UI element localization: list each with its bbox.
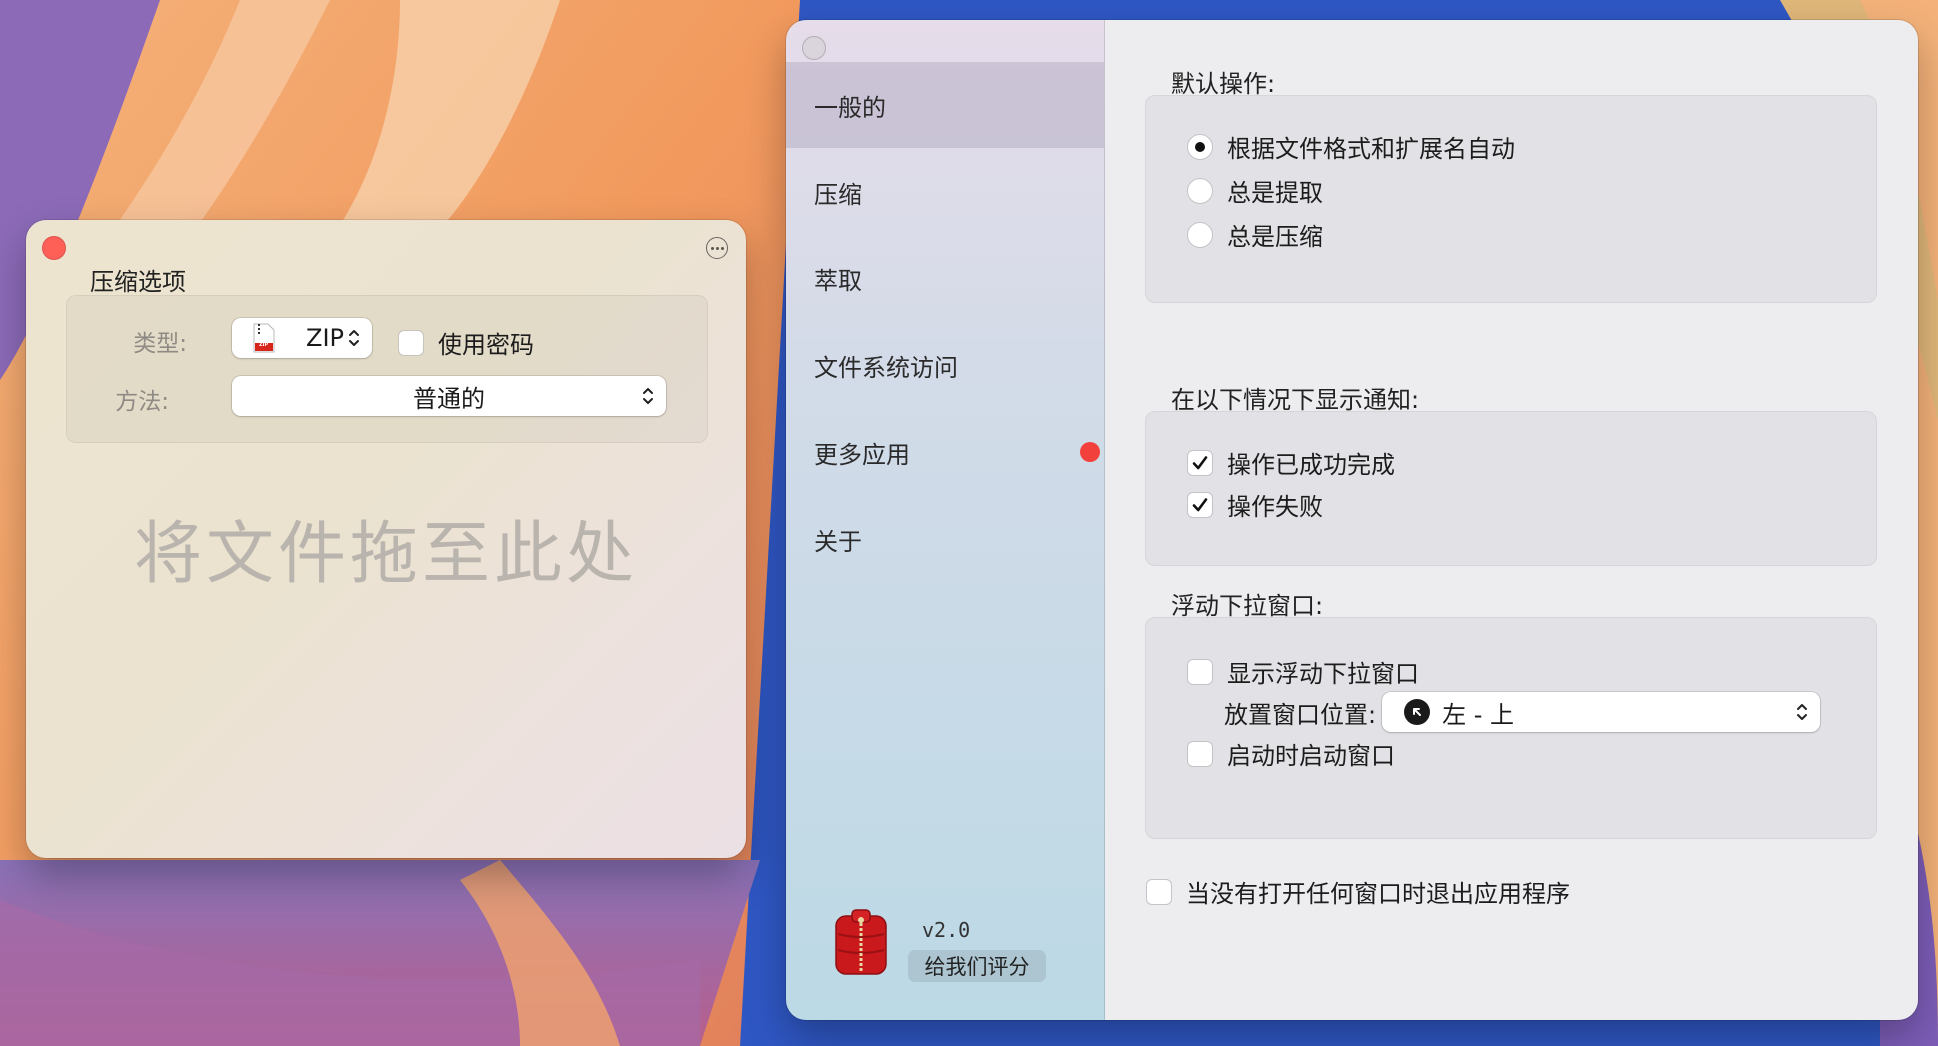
quit-when-no-windows-option[interactable]: 当没有打开任何窗口时退出应用程序	[1146, 874, 1570, 909]
notify-success-checkbox[interactable]	[1187, 449, 1213, 476]
drop-zone-hint[interactable]: 将文件拖至此处	[26, 498, 746, 597]
sidebar-item-more-apps[interactable]: 更多应用	[786, 409, 1104, 495]
type-popup[interactable]: ZIP ZIP	[232, 318, 372, 358]
chevron-up-down-icon	[1796, 700, 1808, 724]
sidebar-item-label: 文件系统访问	[814, 353, 958, 382]
settings-window: 一般的 压缩 萃取 文件系统访问 更多应用 关于 v2.0 给我们评分 默认操作…	[786, 20, 1918, 1020]
show-floating-window-checkbox[interactable]	[1187, 658, 1213, 685]
use-password-label: 使用密码	[438, 331, 534, 359]
chevron-up-down-icon	[642, 384, 654, 408]
settings-content: 默认操作: 根据文件格式和扩展名自动 总是提取 总是压缩 在以下情况下显示通知:	[1105, 20, 1918, 1020]
radio-button[interactable]	[1187, 133, 1213, 160]
method-value: 普通的	[413, 384, 485, 413]
app-version: v2.0	[922, 918, 971, 942]
show-floating-window-option[interactable]: 显示浮动下拉窗口	[1187, 654, 1419, 689]
notify-failure-checkbox[interactable]	[1187, 491, 1213, 518]
chevron-up-down-icon	[348, 326, 360, 350]
sidebar-item-label: 更多应用	[814, 440, 910, 469]
sidebar-item-extract[interactable]: 萃取	[786, 235, 1104, 321]
floating-window-title: 浮动下拉窗口:	[1171, 592, 1324, 620]
use-password-checkbox[interactable]	[398, 329, 424, 356]
window-position-row: 放置窗口位置: 左 - 上	[1224, 692, 1821, 732]
notifications-panel: 操作已成功完成 操作失败	[1145, 411, 1877, 566]
sidebar-item-label: 萃取	[814, 266, 862, 295]
window-position-value: 左 - 上	[1442, 700, 1515, 729]
radio-option-always-extract[interactable]: 总是提取	[1187, 173, 1323, 208]
launch-window-checkbox[interactable]	[1187, 740, 1213, 767]
default-action-panel: 根据文件格式和扩展名自动 总是提取 总是压缩	[1145, 95, 1877, 303]
radio-label: 总是提取	[1227, 179, 1323, 207]
method-popup[interactable]: 普通的	[232, 376, 666, 416]
radio-option-always-compress[interactable]: 总是压缩	[1187, 217, 1323, 252]
close-button[interactable]	[42, 236, 66, 260]
checkbox-label: 启动时启动窗口	[1227, 742, 1395, 770]
checkbox-label: 操作失败	[1227, 493, 1323, 521]
arrow-up-left-icon	[1404, 699, 1431, 725]
app-icon	[832, 906, 890, 976]
checkmark-icon	[1192, 497, 1208, 511]
sidebar-item-label: 压缩	[814, 180, 862, 209]
sidebar-item-file-system-access[interactable]: 文件系统访问	[786, 322, 1104, 408]
window-position-popup[interactable]: 左 - 上	[1382, 692, 1821, 732]
window-close-button[interactable]	[802, 36, 826, 60]
launch-window-option[interactable]: 启动时启动窗口	[1187, 736, 1395, 771]
floating-window-panel: 显示浮动下拉窗口 放置窗口位置: 左 - 上 启动时启动窗口	[1145, 617, 1877, 839]
notify-success-option[interactable]: 操作已成功完成	[1187, 445, 1395, 480]
sidebar-item-compress[interactable]: 压缩	[786, 149, 1104, 235]
radio-button[interactable]	[1187, 177, 1213, 204]
zip-file-icon-label: ZIP	[259, 342, 269, 348]
checkbox-label: 操作已成功完成	[1227, 451, 1395, 479]
rate-us-button[interactable]: 给我们评分	[908, 950, 1046, 982]
notifications-title: 在以下情况下显示通知:	[1171, 386, 1420, 414]
sidebar-item-label: 关于	[814, 527, 862, 556]
checkbox-label: 当没有打开任何窗口时退出应用程序	[1186, 880, 1570, 908]
method-label: 方法:	[115, 389, 169, 415]
radio-label: 总是压缩	[1227, 223, 1323, 251]
type-label: 类型:	[133, 331, 187, 357]
compress-options-title: 压缩选项	[90, 268, 186, 296]
compress-options-group: 类型: ZIP ZIP 使用密码 方法: 普通的	[66, 295, 708, 443]
notification-badge	[1080, 442, 1100, 462]
radio-label: 根据文件格式和扩展名自动	[1227, 135, 1515, 163]
more-options-icon[interactable]	[706, 237, 728, 259]
type-value: ZIP	[306, 324, 344, 352]
radio-option-auto[interactable]: 根据文件格式和扩展名自动	[1187, 129, 1515, 164]
sidebar: 一般的 压缩 萃取 文件系统访问 更多应用 关于 v2.0 给我们评分	[786, 20, 1105, 1020]
notify-failure-option[interactable]: 操作失败	[1187, 487, 1323, 522]
default-action-title: 默认操作:	[1171, 70, 1276, 98]
window-position-label: 放置窗口位置:	[1224, 700, 1377, 729]
sidebar-item-label: 一般的	[814, 93, 886, 122]
checkbox-label: 显示浮动下拉窗口	[1227, 660, 1419, 688]
zip-file-icon: ZIP	[252, 323, 276, 353]
sidebar-item-general[interactable]: 一般的	[786, 62, 1104, 148]
quit-when-no-windows-checkbox[interactable]	[1146, 878, 1172, 905]
use-password-option[interactable]: 使用密码	[398, 325, 534, 360]
radio-button[interactable]	[1187, 221, 1213, 248]
checkmark-icon	[1192, 455, 1208, 469]
compress-options-window: 压缩选项 类型: ZIP ZIP 使用密码 方法: 普通的 将文件拖至此处	[26, 220, 746, 858]
sidebar-item-about[interactable]: 关于	[786, 496, 1104, 582]
